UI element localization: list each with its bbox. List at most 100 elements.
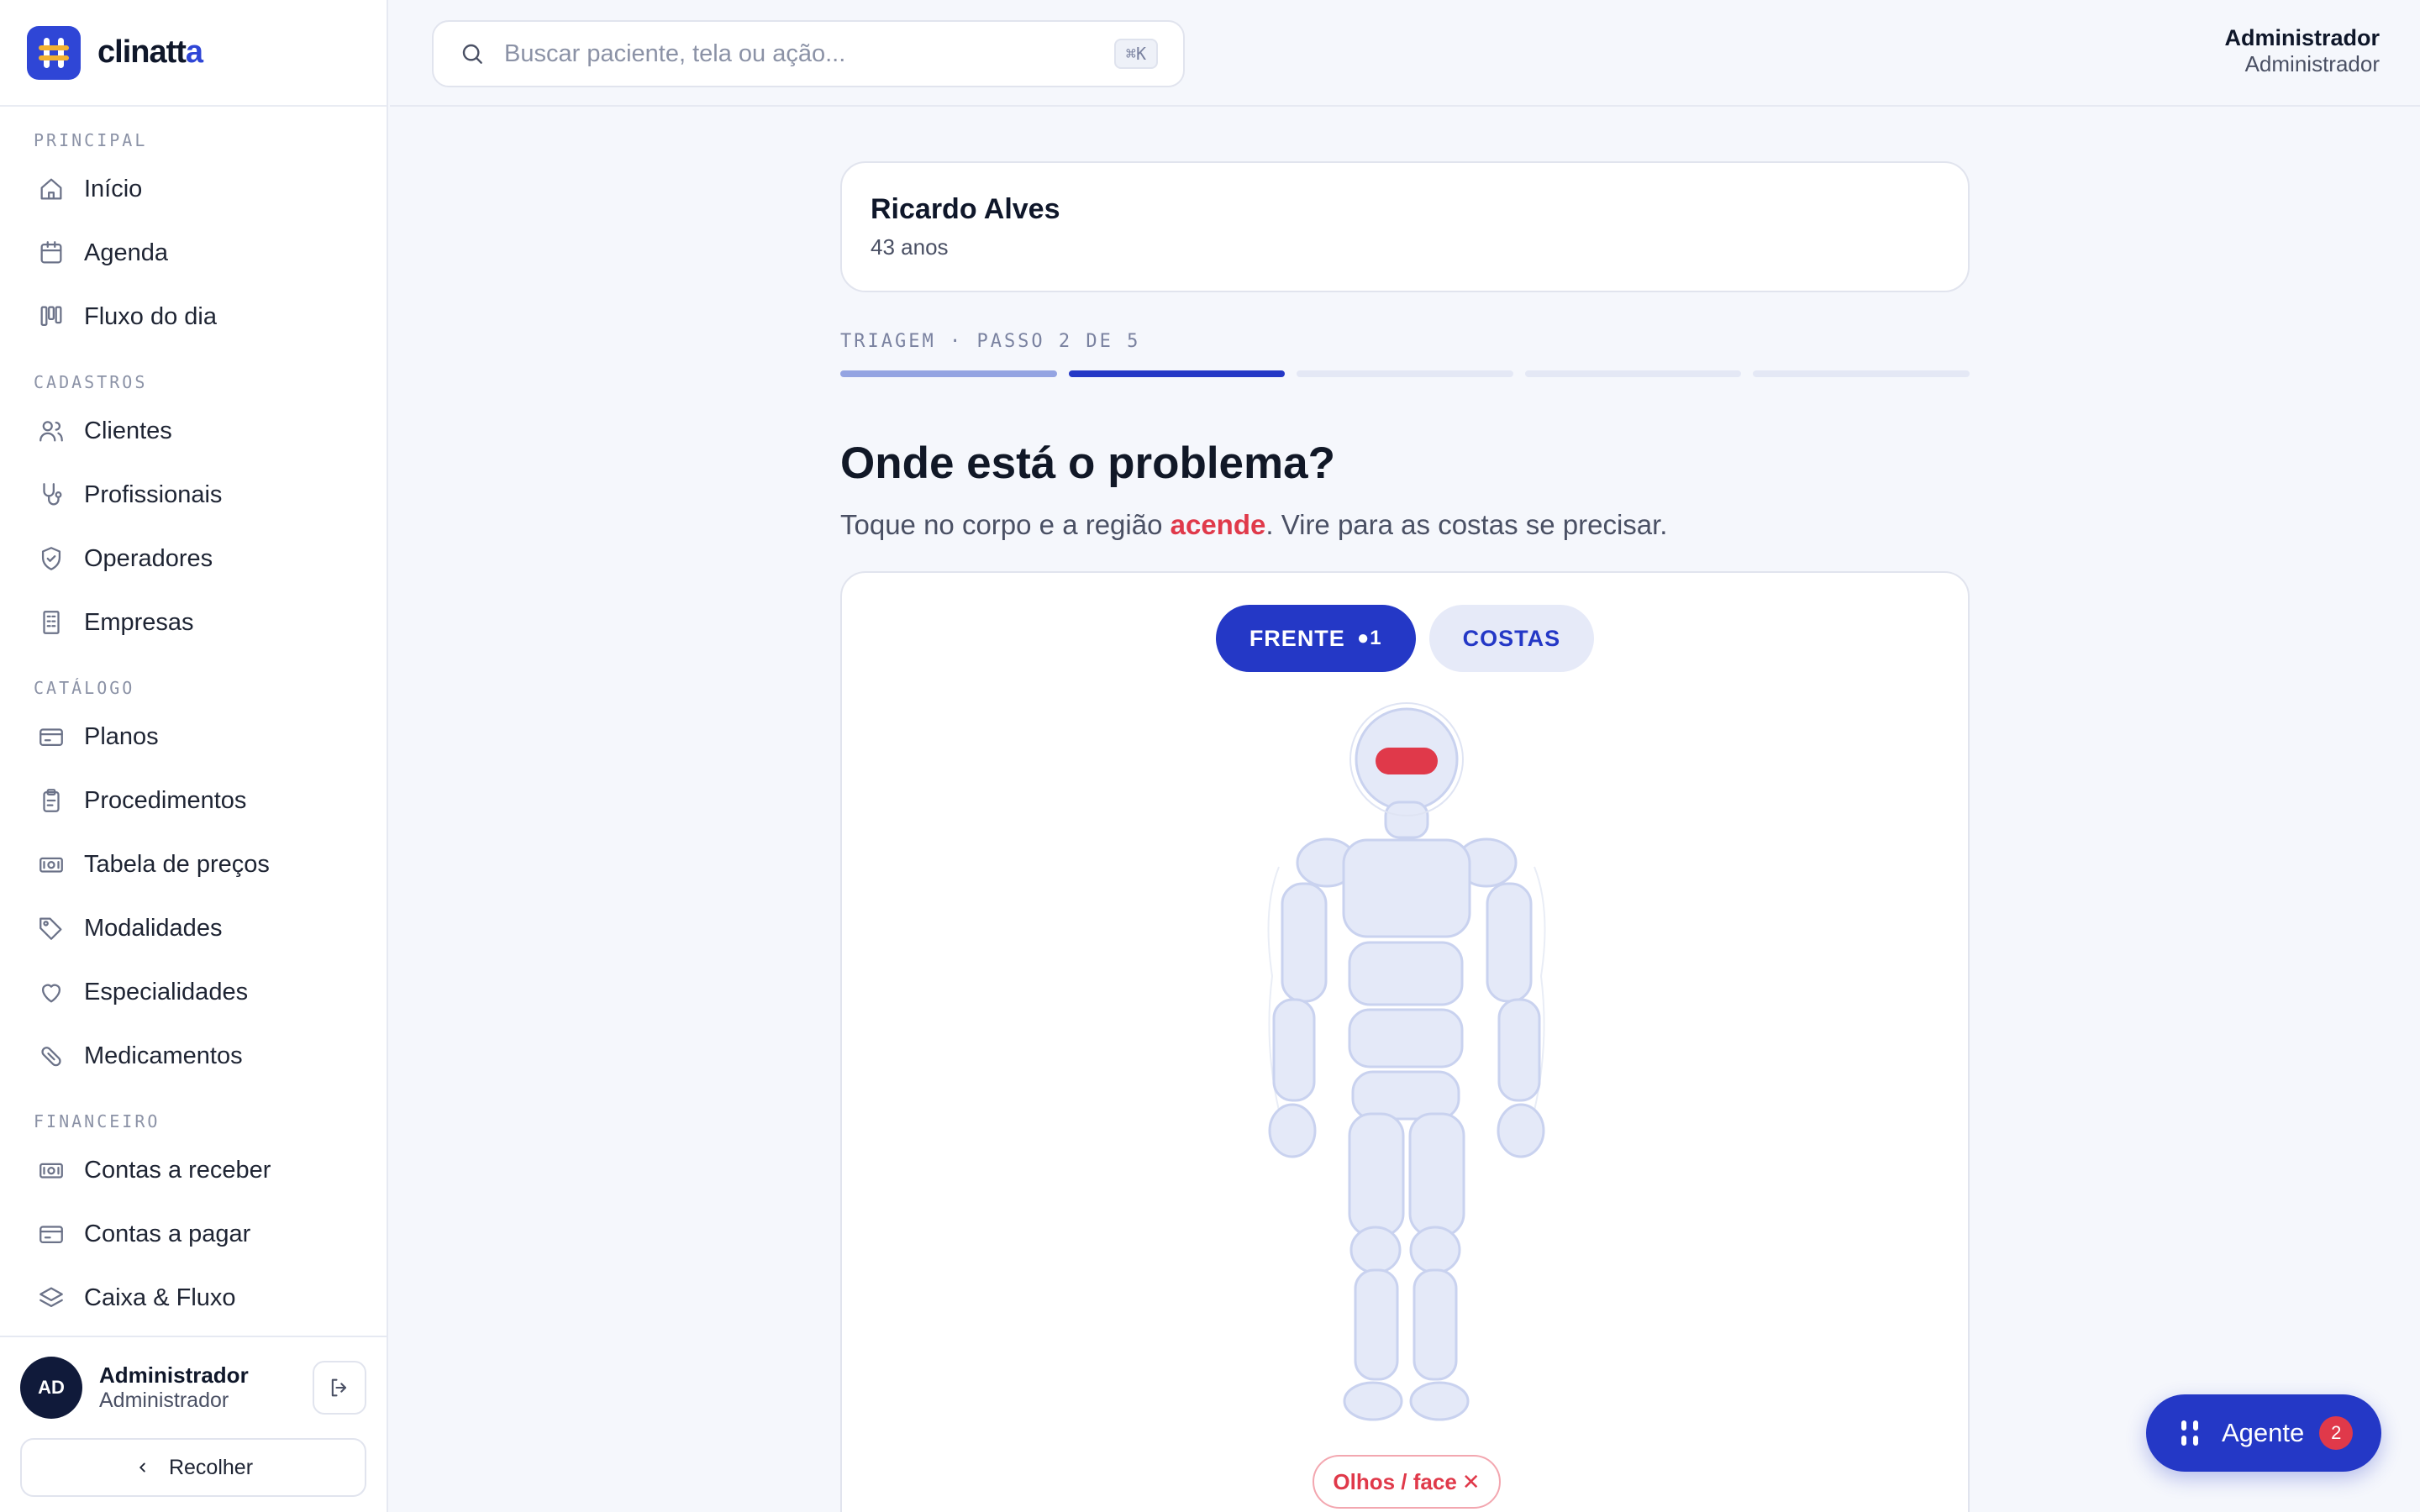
users-icon xyxy=(39,421,63,442)
avatar: AD xyxy=(20,1357,82,1419)
sidebar-item-label: Procedimentos xyxy=(84,786,247,814)
sidebar-item-label: Especialidades xyxy=(84,978,249,1005)
sidebar-item-fluxo-do-dia[interactable]: Fluxo do dia xyxy=(0,285,387,349)
sidebar-item-clientes[interactable]: Clientes xyxy=(0,399,387,463)
card-icon xyxy=(39,1226,63,1244)
sidebar-footer: AD Administrador Administrador Recolher xyxy=(0,1336,387,1512)
body-map-card: FRENTE ●1 COSTAS Olhos / face ✕ xyxy=(840,571,1970,1512)
page-subtitle: Toque no corpo e a região acende. Vire p… xyxy=(840,509,1668,540)
home-icon xyxy=(40,178,62,200)
sidebar-item-inicio[interactable]: Início xyxy=(0,157,387,221)
sidebar-item-operadores[interactable]: Operadores xyxy=(0,527,387,591)
triage-progress xyxy=(840,370,1970,377)
region-foot-left[interactable] xyxy=(1409,1381,1470,1421)
sidebar-item-label: Caixa & Fluxo xyxy=(84,1284,236,1311)
kanban-icon xyxy=(40,306,62,327)
clinatta-logo-icon xyxy=(27,25,81,80)
region-neck[interactable] xyxy=(1384,801,1429,839)
region-thigh-left[interactable] xyxy=(1408,1112,1465,1237)
calendar-icon xyxy=(40,241,62,264)
clipboard-icon xyxy=(43,789,60,812)
banknote-icon xyxy=(39,857,63,873)
sidebar-item-medicamentos[interactable]: Medicamentos xyxy=(0,1024,387,1088)
sidebar-item-contas-a-receber[interactable]: Contas a receber xyxy=(0,1138,387,1202)
search-icon xyxy=(462,44,482,64)
sidebar-item-agenda[interactable]: Agenda xyxy=(0,221,387,285)
layers-icon xyxy=(39,1287,63,1308)
sidebar-item-caixa-fluxo[interactable]: Caixa & Fluxo xyxy=(0,1266,387,1330)
sidebar-item-contas-a-pagar[interactable]: Contas a pagar xyxy=(0,1202,387,1266)
collapse-label: Recolher xyxy=(168,1455,254,1479)
region-hand-left[interactable] xyxy=(1497,1103,1545,1158)
header-user[interactable]: Administrador Administrador xyxy=(2224,25,2380,77)
sidebar: clinatta PRINCIPAL Início Agenda Fluxo do d… xyxy=(0,0,388,1512)
sidebar-item-label: Planos xyxy=(84,722,159,750)
region-shin-right[interactable] xyxy=(1354,1268,1399,1381)
triage-progress-segment xyxy=(1297,370,1513,377)
tag-icon xyxy=(39,917,62,940)
search-input[interactable]: Buscar paciente, tela ou ação... ⌘K xyxy=(432,20,1185,87)
region-upper-arm-right[interactable] xyxy=(1281,882,1328,1003)
sidebar-section-title: FINANCEIRO xyxy=(34,1111,160,1131)
brand[interactable]: clinatta xyxy=(0,0,387,107)
triage-progress-segment xyxy=(1753,370,1970,377)
region-upper-arm-left[interactable] xyxy=(1486,882,1533,1003)
collapse-sidebar-button[interactable]: Recolher xyxy=(20,1438,366,1497)
sidebar-item-label: Início xyxy=(84,175,143,202)
logout-button[interactable] xyxy=(313,1361,366,1415)
sidebar-item-empresas[interactable]: Empresas xyxy=(0,591,387,654)
sidebar-item-profissionais[interactable]: Profissionais xyxy=(0,463,387,527)
user-role: Administrador xyxy=(99,1389,229,1412)
region-eyes-face-selected[interactable] xyxy=(1376,748,1438,774)
region-thigh-right[interactable] xyxy=(1348,1112,1405,1237)
sidebar-section-title: CATÁLOGO xyxy=(34,678,135,698)
region-knee-left[interactable] xyxy=(1409,1226,1461,1274)
sidebar-item-procedimentos[interactable]: Procedimentos xyxy=(0,769,387,832)
header-user-name: Administrador xyxy=(2224,25,2380,50)
sidebar-item-label: Operadores xyxy=(84,544,213,572)
sidebar-item-tabela-de-precos[interactable]: Tabela de preços xyxy=(0,832,387,896)
agent-button[interactable]: Agente 2 xyxy=(2146,1394,2381,1472)
brand-name: clinatta xyxy=(97,34,203,70)
agent-icon xyxy=(2181,1420,2198,1446)
sidebar-item-label: Medicamentos xyxy=(84,1042,243,1069)
heart-icon xyxy=(41,984,61,1003)
region-foot-right[interactable] xyxy=(1343,1381,1403,1421)
sidebar-item-label: Contas a pagar xyxy=(84,1220,251,1247)
selected-region-chip[interactable]: Olhos / face ✕ xyxy=(1313,1455,1501,1509)
search-placeholder: Buscar paciente, tela ou ação... xyxy=(504,39,846,67)
stethoscope-icon xyxy=(43,483,62,506)
patient-card: Ricardo Alves 43 anos xyxy=(840,161,1970,292)
region-upper-abdomen[interactable] xyxy=(1348,941,1464,1006)
sidebar-section-title: CADASTROS xyxy=(34,372,148,392)
region-chest[interactable] xyxy=(1342,838,1471,938)
topbar: Buscar paciente, tela ou ação... ⌘K Admi… xyxy=(390,0,2420,107)
triage-progress-segment xyxy=(1068,370,1286,377)
triage-step-label: TRIAGEM · PASSO 2 DE 5 xyxy=(840,331,1141,352)
sidebar-item-label: Profissionais xyxy=(84,480,223,508)
banknote-icon xyxy=(39,1163,63,1179)
card-icon xyxy=(39,728,63,747)
patient-name: Ricardo Alves xyxy=(871,193,1060,225)
sidebar-nav: PRINCIPAL Início Agenda Fluxo do dia CADASTR… xyxy=(0,107,387,1336)
logout-icon xyxy=(331,1378,347,1397)
user-name: Administrador xyxy=(99,1362,249,1388)
sidebar-item-especialidades[interactable]: Especialidades xyxy=(0,960,387,1024)
current-user: AD Administrador Administrador xyxy=(0,1337,387,1438)
main-content: Ricardo Alves 43 anos TRIAGEM · PASSO 2 … xyxy=(840,161,1970,1512)
region-knee-right[interactable] xyxy=(1349,1226,1402,1274)
region-pelvis[interactable] xyxy=(1351,1070,1460,1121)
region-forearm-right[interactable] xyxy=(1272,998,1316,1102)
region-shin-left[interactable] xyxy=(1413,1268,1458,1381)
region-forearm-left[interactable] xyxy=(1497,998,1541,1102)
search-shortcut-badge: ⌘K xyxy=(1113,39,1158,69)
region-hand-right[interactable] xyxy=(1268,1103,1317,1158)
sidebar-section-title: PRINCIPAL xyxy=(34,130,148,150)
region-lower-abdomen[interactable] xyxy=(1348,1008,1464,1068)
sidebar-item-label: Empresas xyxy=(84,608,194,636)
triage-progress-segment xyxy=(840,370,1057,377)
triage-progress-segment xyxy=(1524,370,1742,377)
remove-region-icon[interactable]: ✕ xyxy=(1462,1469,1481,1495)
sidebar-item-modalidades[interactable]: Modalidades xyxy=(0,896,387,960)
sidebar-item-planos[interactable]: Planos xyxy=(0,705,387,769)
